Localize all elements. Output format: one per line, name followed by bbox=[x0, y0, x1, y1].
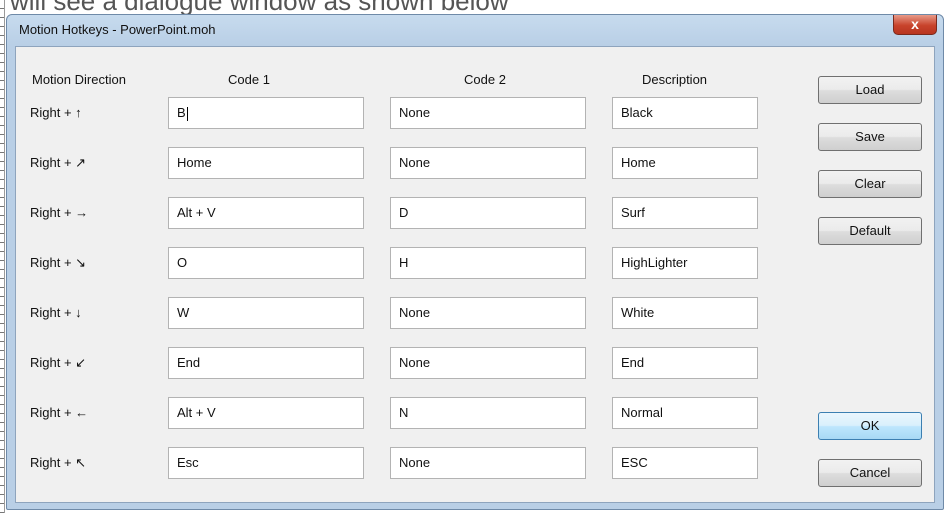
motion-hotkeys-dialog: Motion Hotkeys - PowerPoint.moh x Motion… bbox=[6, 14, 944, 510]
direction-label: Right + ↗ bbox=[30, 155, 87, 170]
code1-value: O bbox=[177, 255, 188, 270]
description-value: End bbox=[621, 355, 645, 370]
description-field[interactable]: Surf bbox=[612, 197, 758, 229]
code1-value: B bbox=[177, 105, 186, 120]
text-cursor bbox=[186, 106, 188, 121]
code1-field[interactable]: B bbox=[168, 97, 364, 129]
description-field[interactable]: Black bbox=[612, 97, 758, 129]
code1-value: Esc bbox=[177, 455, 199, 470]
code1-field[interactable]: O bbox=[168, 247, 364, 279]
ruler-edge bbox=[0, 0, 5, 513]
code2-field[interactable]: None bbox=[390, 147, 586, 179]
code2-value: None bbox=[399, 455, 431, 470]
description-value: Normal bbox=[621, 405, 663, 420]
description-field[interactable]: ESC bbox=[612, 447, 758, 479]
description-value: HighLighter bbox=[621, 255, 688, 270]
window-title: Motion Hotkeys - PowerPoint.moh bbox=[19, 22, 216, 37]
direction-label: Right + ↖ bbox=[30, 455, 87, 470]
code2-field[interactable]: None bbox=[390, 347, 586, 379]
description-value: Home bbox=[621, 155, 656, 170]
description-value: ESC bbox=[621, 455, 648, 470]
page: will see a dialogue window as shown belo… bbox=[0, 0, 952, 513]
code2-field[interactable]: None bbox=[390, 297, 586, 329]
code1-field[interactable]: Alt + V bbox=[168, 397, 364, 429]
description-value: Black bbox=[621, 105, 653, 120]
clear-button[interactable]: Clear bbox=[818, 170, 922, 198]
code2-field[interactable]: N bbox=[390, 397, 586, 429]
code1-value: Alt + V bbox=[177, 205, 216, 220]
direction-label: Right + ↘ bbox=[30, 255, 87, 270]
save-button[interactable]: Save bbox=[818, 123, 922, 151]
description-value: Surf bbox=[621, 205, 645, 220]
title-bar[interactable]: Motion Hotkeys - PowerPoint.moh x bbox=[7, 15, 943, 45]
description-field[interactable]: End bbox=[612, 347, 758, 379]
header-motion-direction: Motion Direction bbox=[32, 72, 126, 87]
code2-value: None bbox=[399, 155, 431, 170]
code2-value: None bbox=[399, 105, 431, 120]
code2-value: None bbox=[399, 355, 431, 370]
code2-field[interactable]: None bbox=[390, 447, 586, 479]
code1-field[interactable]: Alt + V bbox=[168, 197, 364, 229]
default-button[interactable]: Default bbox=[818, 217, 922, 245]
code2-field[interactable]: D bbox=[390, 197, 586, 229]
code1-value: End bbox=[177, 355, 201, 370]
header-description: Description bbox=[642, 72, 708, 87]
direction-label: Right + ↙ bbox=[30, 355, 87, 370]
direction-label: Right + → bbox=[30, 205, 89, 220]
code1-field[interactable]: Esc bbox=[168, 447, 364, 479]
code2-value: None bbox=[399, 305, 431, 320]
code2-value: N bbox=[399, 405, 409, 420]
direction-label: Right + ↓ bbox=[30, 305, 82, 320]
description-field[interactable]: Normal bbox=[612, 397, 758, 429]
close-button[interactable]: x bbox=[893, 15, 937, 35]
load-button[interactable]: Load bbox=[818, 76, 922, 104]
direction-label: Right + ← bbox=[30, 405, 89, 420]
header-code-1: Code 1 bbox=[228, 72, 270, 87]
code2-field[interactable]: H bbox=[390, 247, 586, 279]
direction-label: Right + ↑ bbox=[30, 105, 82, 120]
code2-value: D bbox=[399, 205, 409, 220]
code1-field[interactable]: End bbox=[168, 347, 364, 379]
code1-field[interactable]: Home bbox=[168, 147, 364, 179]
close-icon: x bbox=[911, 16, 919, 32]
ok-button[interactable]: OK bbox=[818, 412, 922, 440]
header-code-2: Code 2 bbox=[464, 72, 506, 87]
code1-field[interactable]: W bbox=[168, 297, 364, 329]
code1-value: W bbox=[177, 305, 190, 320]
description-field[interactable]: HighLighter bbox=[612, 247, 758, 279]
cancel-button[interactable]: Cancel bbox=[818, 459, 922, 487]
code2-field[interactable]: None bbox=[390, 97, 586, 129]
code1-value: Alt + V bbox=[177, 405, 216, 420]
dialog-content: Motion Direction Code 1 Code 2 Descripti… bbox=[15, 46, 935, 503]
description-field[interactable]: White bbox=[612, 297, 758, 329]
code2-value: H bbox=[399, 255, 409, 270]
description-field[interactable]: Home bbox=[612, 147, 758, 179]
description-value: White bbox=[621, 305, 655, 320]
code1-value: Home bbox=[177, 155, 212, 170]
